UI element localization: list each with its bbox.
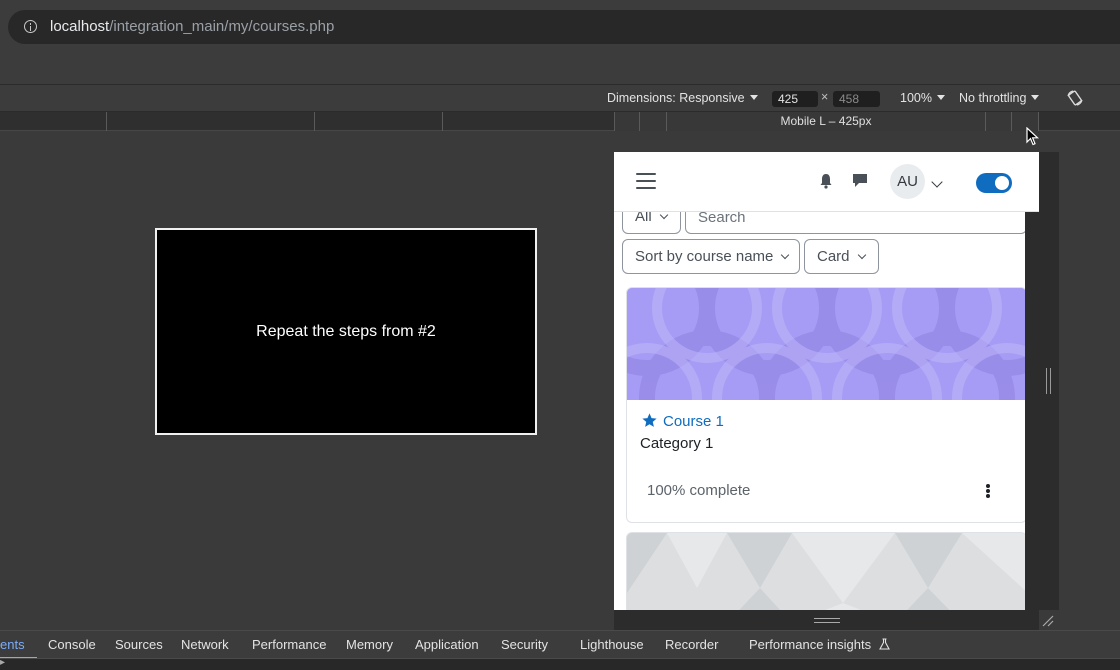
zoom-dropdown[interactable]: 100% bbox=[900, 91, 945, 105]
dimensions-label: Dimensions: Responsive bbox=[607, 91, 745, 105]
chevron-down-icon[interactable] bbox=[931, 176, 943, 188]
dropdown-triangle-icon bbox=[1031, 95, 1040, 100]
url-text[interactable]: localhost/integration_main/my/courses.ph… bbox=[50, 18, 334, 35]
ruler-breakpoint[interactable] bbox=[614, 112, 615, 131]
devtools-tabbar: ents Console Sources Network Performance… bbox=[0, 630, 1120, 659]
url-host: localhost bbox=[50, 18, 110, 35]
tab-lighthouse[interactable]: Lighthouse bbox=[580, 637, 644, 652]
tab-network[interactable]: Network bbox=[181, 637, 229, 652]
ruler-breakpoint[interactable] bbox=[314, 112, 315, 131]
bottom-resize-handle[interactable] bbox=[814, 618, 840, 623]
media-query-ruler: Mobile L – 425px bbox=[0, 112, 1120, 131]
browser-address-area: localhost/integration_main/my/courses.ph… bbox=[0, 0, 1120, 85]
dimension-separator: × bbox=[821, 90, 829, 104]
dropdown-triangle-icon bbox=[749, 95, 758, 100]
course-title: Course 1 bbox=[663, 413, 724, 430]
dropdown-triangle-icon bbox=[936, 95, 945, 100]
video-overlay: Repeat the steps from #2 bbox=[155, 228, 537, 435]
tab-application[interactable]: Application bbox=[415, 637, 479, 652]
tab-performance[interactable]: Performance bbox=[252, 637, 326, 652]
ruler-breakpoint[interactable] bbox=[1011, 112, 1012, 131]
tab-performance-insights[interactable]: Performance insights bbox=[749, 637, 890, 652]
chevron-down-icon bbox=[857, 250, 866, 260]
ruler-device-label: Mobile L – 425px bbox=[780, 114, 872, 128]
url-path: /integration_main/my/courses.php bbox=[109, 18, 335, 35]
tab-security[interactable]: Security bbox=[501, 637, 548, 652]
flask-icon bbox=[878, 638, 890, 650]
zoom-label: 100% bbox=[900, 91, 932, 105]
sort-select-value: Sort by course name bbox=[635, 248, 774, 265]
right-resize-handle[interactable] bbox=[1046, 368, 1051, 394]
tab-elements[interactable]: ents bbox=[0, 637, 25, 652]
throttling-label: No throttling bbox=[959, 91, 1027, 105]
tab-console[interactable]: Console bbox=[48, 637, 96, 652]
view-select[interactable]: Card bbox=[804, 239, 879, 274]
dimensions-dropdown[interactable]: Dimensions: Responsive bbox=[607, 91, 758, 105]
hamburger-menu-icon[interactable] bbox=[636, 173, 656, 189]
course-title-link[interactable]: Course 1 bbox=[641, 412, 724, 430]
devtools-console-strip: ▸ bbox=[0, 657, 1120, 670]
ruler-breakpoint[interactable] bbox=[106, 112, 107, 131]
mobile-navbar: AU bbox=[614, 152, 1039, 212]
course-card-image[interactable] bbox=[627, 533, 1027, 610]
height-input[interactable]: 458 bbox=[833, 91, 880, 107]
viewport-right-edge bbox=[1025, 152, 1059, 610]
tab-recorder[interactable]: Recorder bbox=[665, 637, 718, 652]
sort-select[interactable]: Sort by course name bbox=[622, 239, 800, 274]
star-icon bbox=[642, 413, 657, 427]
rotate-icon[interactable] bbox=[1066, 89, 1084, 107]
mobile-viewport: AU All Search Sort by course name Card C… bbox=[614, 152, 1039, 610]
tab-memory[interactable]: Memory bbox=[346, 637, 393, 652]
device-toolbar: Dimensions: Responsive 425 × 458 100% No… bbox=[0, 85, 1120, 112]
chevron-down-icon bbox=[659, 210, 668, 220]
edit-mode-toggle[interactable] bbox=[976, 173, 1012, 193]
bell-icon[interactable] bbox=[819, 173, 833, 189]
tab-sources[interactable]: Sources bbox=[115, 637, 163, 652]
corner-resize-icon[interactable] bbox=[1042, 615, 1054, 627]
tab-performance-insights-label: Performance insights bbox=[749, 637, 872, 652]
course-card[interactable] bbox=[626, 532, 1027, 610]
console-prompt: ▸ bbox=[0, 657, 6, 668]
course-category: Category 1 bbox=[640, 435, 714, 452]
course-card[interactable]: Course 1 Category 1 100% complete bbox=[626, 287, 1027, 523]
site-info-icon[interactable] bbox=[24, 20, 37, 33]
video-caption: Repeat the steps from #2 bbox=[256, 322, 436, 340]
avatar[interactable]: AU bbox=[890, 164, 925, 199]
device-stage: Repeat the steps from #2 AU All Search S… bbox=[0, 131, 1120, 630]
chat-icon[interactable] bbox=[852, 173, 868, 188]
chevron-down-icon bbox=[781, 250, 790, 260]
course-actions-kebab-icon[interactable] bbox=[986, 484, 990, 498]
course-progress: 100% complete bbox=[647, 482, 751, 499]
throttling-dropdown[interactable]: No throttling bbox=[959, 91, 1040, 105]
ruler-breakpoint[interactable] bbox=[639, 112, 640, 131]
ruler-breakpoint[interactable] bbox=[442, 112, 443, 131]
course-card-image[interactable] bbox=[627, 288, 1027, 400]
course-overview: All Search Sort by course name Card Cour… bbox=[614, 199, 1039, 610]
width-input[interactable]: 425 bbox=[772, 91, 818, 107]
mouse-cursor-icon bbox=[1026, 127, 1040, 146]
view-select-value: Card bbox=[817, 248, 850, 265]
